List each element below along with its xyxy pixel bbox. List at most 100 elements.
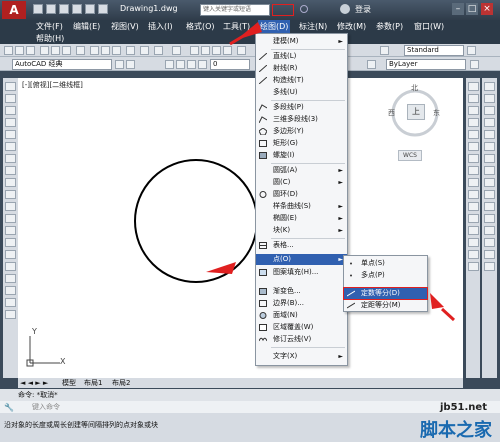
redo-toolbar-icon[interactable] [172,46,181,55]
draw-menu-item[interactable]: 面域(N) [256,310,347,321]
menu-modify[interactable]: 修改(M) [337,20,366,33]
draw-menu-item[interactable]: 建模(M) ► [256,36,347,47]
tab-layout2[interactable]: 布局2 [112,378,130,388]
point-menu-item[interactable]: 单点(S) [344,258,427,269]
menu-edit[interactable]: 编辑(E) [73,20,100,33]
offset-tool-icon[interactable] [468,118,479,127]
publish-icon[interactable] [62,46,71,55]
draw-menu-item[interactable]: 块(K) ► [256,225,347,236]
center-mark-icon[interactable] [484,250,495,259]
preview-icon[interactable] [51,46,60,55]
menu-view[interactable]: 视图(V) [111,20,139,33]
close-button[interactable]: × [481,3,493,15]
diameter-dim-icon[interactable] [484,154,495,163]
arc-length-dim-icon[interactable] [484,106,495,115]
draw-menu-item[interactable]: 多段线(P) [256,102,347,113]
draw-menu-item[interactable]: 射线(R) [256,63,347,74]
draw-menu-item[interactable]: 螺旋(I) [256,150,347,161]
text-style-select[interactable]: Standard [404,45,464,56]
explode-tool-icon[interactable] [468,262,479,271]
save-icon[interactable] [59,4,69,14]
command-line[interactable] [0,401,500,413]
radius-dim-icon[interactable] [484,130,495,139]
menu-insert[interactable]: 插入(I) [148,20,173,33]
wrench-icon[interactable]: 🔧 [4,403,14,412]
tab-nav-arrows[interactable]: ◄ ◄ ► ► [20,379,48,387]
viewcube-east[interactable]: 东 [433,108,440,118]
draw-menu-item[interactable]: 边界(B)... [256,298,347,309]
undo-toolbar-icon[interactable] [154,46,163,55]
color-select[interactable]: ByLayer [386,59,466,70]
layer-color-icon[interactable] [198,60,207,69]
quick-dim-icon[interactable] [484,178,495,187]
draw-menu-item[interactable]: 三维多段线(3) [256,114,347,125]
polygon-tool-icon[interactable] [5,118,16,127]
linear-dim-icon[interactable] [484,82,495,91]
maximize-button[interactable]: □ [466,3,478,15]
draw-menu-item[interactable]: 矩形(G) [256,138,347,149]
join-tool-icon[interactable] [468,226,479,235]
match-properties-icon[interactable] [126,46,135,55]
insert-block-tool-icon[interactable] [5,214,16,223]
search-icon[interactable] [300,5,308,13]
fillet-tool-icon[interactable] [468,250,479,259]
point-menu-item[interactable]: 多点(P) [344,270,427,281]
wcs-menu[interactable]: WCS [398,150,422,161]
draw-menu-item[interactable]: 渐变色... [256,286,347,297]
viewcube-north[interactable]: 北 [411,83,418,93]
add-selected-tool-icon[interactable] [5,310,16,319]
inspection-icon[interactable] [484,262,495,271]
point-tool-icon[interactable] [5,238,16,247]
draw-menu-item[interactable]: 图案填充(H)... [256,267,347,278]
baseline-dim-icon[interactable] [484,190,495,199]
draw-menu-item[interactable]: 圆弧(A) ► [256,165,347,176]
copy-tool-icon[interactable] [468,94,479,103]
draw-menu-item[interactable]: 区域覆盖(W) [256,322,347,333]
copy-icon[interactable] [101,46,110,55]
table-tool-icon[interactable] [5,286,16,295]
draw-menu-item[interactable]: 多边形(Y) [256,126,347,137]
ellipse-arc-tool-icon[interactable] [5,202,16,211]
draw-menu-item[interactable]: 表格... [256,240,347,251]
draw-menu-item-point[interactable]: 点(O) ► [256,254,347,265]
3d-print-icon[interactable] [76,46,85,55]
workspace-settings-icon[interactable] [115,60,124,69]
dim-space-icon[interactable] [484,214,495,223]
save-toolbar-icon[interactable] [26,46,35,55]
viewcube-west[interactable]: 西 [388,108,395,118]
new-icon[interactable] [4,46,13,55]
command-input[interactable]: 键入命令 [32,401,60,413]
text-style-icon[interactable] [380,46,389,55]
construction-line-tool-icon[interactable] [5,94,16,103]
menu-dimension[interactable]: 标注(N) [299,20,327,33]
cut-icon[interactable] [90,46,99,55]
draw-menu-item[interactable]: 多线(U) [256,87,347,98]
menu-parameters[interactable]: 参数(P) [376,20,403,33]
mirror-tool-icon[interactable] [468,106,479,115]
erase-tool-icon[interactable] [468,82,479,91]
extend-tool-icon[interactable] [468,202,479,211]
draw-menu-item[interactable]: 修订云线(V) [256,334,347,345]
angular-dim-icon[interactable] [484,166,495,175]
workspace-select[interactable]: AutoCAD 经典 [12,59,112,70]
ellipse-tool-icon[interactable] [5,190,16,199]
stretch-tool-icon[interactable] [468,178,479,187]
print-icon[interactable] [40,46,49,55]
ordinate-dim-icon[interactable] [484,118,495,127]
dim-break-icon[interactable] [484,226,495,235]
app-logo[interactable]: A [2,1,26,19]
break-tool-icon[interactable] [468,214,479,223]
draw-menu-item[interactable]: 圆环(D) [256,189,347,200]
block-editor-icon[interactable] [140,46,149,55]
menu-window[interactable]: 窗口(W) [414,20,444,33]
line-tool-icon[interactable] [5,82,16,91]
draw-menu-item[interactable]: 椭圆(E) ► [256,213,347,224]
continue-dim-icon[interactable] [484,202,495,211]
dim-style-icon[interactable] [467,46,476,55]
open-file-icon[interactable] [46,4,56,14]
zoom-window-icon[interactable] [212,46,221,55]
draw-menu-item[interactable]: 文字(X) ► [256,351,347,362]
rotate-tool-icon[interactable] [468,154,479,163]
undo-icon[interactable] [85,4,95,14]
layer-freeze-icon[interactable] [176,60,185,69]
